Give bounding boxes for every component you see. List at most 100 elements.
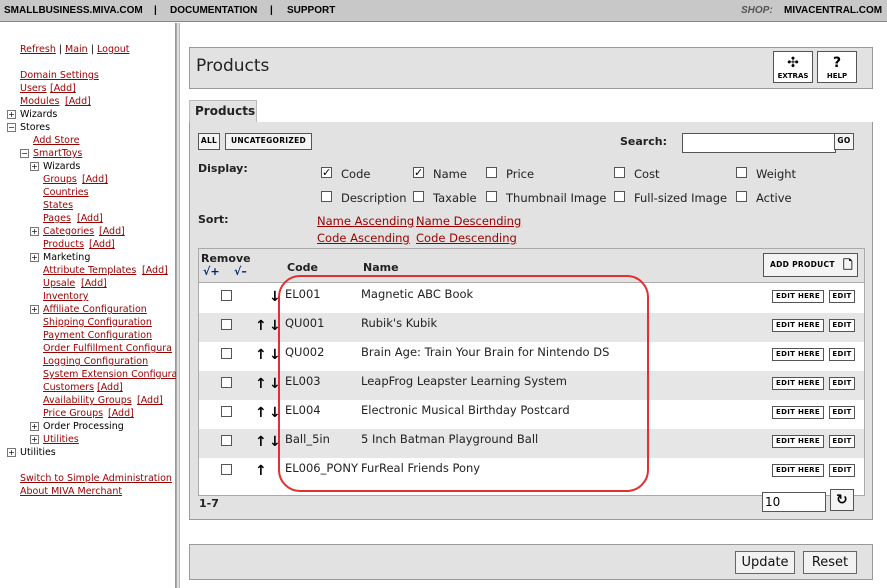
display-name-checkbox[interactable]: ✓ <box>413 167 424 178</box>
display-taxable-checkbox[interactable] <box>413 191 424 202</box>
sidebar-item-inventory[interactable]: Inventory <box>43 291 88 302</box>
filter-uncategorized-button[interactable]: UNCATEGORIZED <box>225 133 312 150</box>
sort-code-descending-link[interactable]: Code Descending <box>416 231 517 245</box>
sidebar-item-categories[interactable]: Categories <box>43 226 94 237</box>
sidebar-item-price-groups[interactable]: Price Groups <box>43 408 103 419</box>
add-product-button[interactable]: ADD PRODUCT 🗋 <box>763 253 858 277</box>
sidebar-item-utilities[interactable]: Utilities <box>20 447 56 458</box>
shop-link[interactable]: MIVACENTRAL.COM <box>784 5 882 16</box>
sidebar-add-availability-groups-link[interactable]: [Add] <box>137 395 163 406</box>
expand-toggle-icon[interactable]: + <box>30 422 39 431</box>
sidebar-item-marketing[interactable]: Marketing <box>43 252 90 263</box>
sidebar-item-pages[interactable]: Pages <box>43 213 71 224</box>
sidebar-item-attribute-templates[interactable]: Attribute Templates <box>43 265 136 276</box>
expand-toggle-icon[interactable]: + <box>7 448 16 457</box>
remove-checkbox[interactable] <box>221 348 232 359</box>
page-size-input[interactable] <box>762 492 826 512</box>
remove-checkbox[interactable] <box>221 290 232 301</box>
move-up-icon[interactable]: ↑ <box>255 405 267 421</box>
sidebar-item-store-utilities[interactable]: Utilities <box>43 434 79 445</box>
sidebar-item-groups[interactable]: Groups <box>43 174 77 185</box>
sidebar-item-payment-configuration[interactable]: Payment Configuration <box>43 330 152 341</box>
refresh-icon[interactable]: ↻ <box>830 489 854 511</box>
move-up-icon[interactable]: ↑ <box>255 376 267 392</box>
sidebar-add-categories-link[interactable]: [Add] <box>99 226 125 237</box>
sidebar-add-attribute-templates-link[interactable]: [Add] <box>142 265 168 276</box>
update-button[interactable]: Update <box>735 551 795 574</box>
sidebar-item-order-processing[interactable]: Order Processing <box>43 421 124 432</box>
edit-button[interactable]: EDIT <box>829 348 855 361</box>
site-link[interactable]: SMALLBUSINESS.MIVA.COM <box>4 5 143 16</box>
name-column-header[interactable]: Name <box>363 261 399 274</box>
display-description-checkbox[interactable] <box>321 191 332 202</box>
sidebar-item-system-extension[interactable]: System Extension Configura <box>43 369 177 380</box>
sidebar-add-groups-link[interactable]: [Add] <box>82 174 108 185</box>
main-link[interactable]: Main <box>65 44 88 55</box>
sidebar-item-users[interactable]: Users <box>20 83 47 94</box>
code-column-header[interactable]: Code <box>287 261 318 274</box>
expand-toggle-icon[interactable]: + <box>30 305 39 314</box>
expand-toggle-icon[interactable]: + <box>30 435 39 444</box>
edit-here-button[interactable]: EDIT HERE <box>772 435 824 448</box>
help-button[interactable]: ? HELP <box>817 51 857 83</box>
sidebar-item-modules[interactable]: Modules <box>20 96 60 107</box>
sidebar-item-countries[interactable]: Countries <box>43 187 89 198</box>
edit-button[interactable]: EDIT <box>829 464 855 477</box>
logout-link[interactable]: Logout <box>97 44 130 55</box>
move-up-icon[interactable]: ↑ <box>255 434 267 450</box>
edit-here-button[interactable]: EDIT HERE <box>772 406 824 419</box>
tab-products[interactable]: Products <box>189 100 257 122</box>
search-input[interactable] <box>682 133 836 153</box>
collapse-toggle-icon[interactable]: − <box>20 149 29 158</box>
uncheck-all-icon[interactable]: √– <box>234 265 247 278</box>
display-cost-checkbox[interactable] <box>614 167 625 178</box>
extras-button[interactable]: ✣ EXTRAS <box>773 51 813 83</box>
sidebar-item-products[interactable]: Products <box>43 239 84 250</box>
sidebar-item-shipping-configuration[interactable]: Shipping Configuration <box>43 317 152 328</box>
expand-toggle-icon[interactable]: + <box>7 110 16 119</box>
edit-here-button[interactable]: EDIT HERE <box>772 319 824 332</box>
edit-button[interactable]: EDIT <box>829 290 855 303</box>
remove-checkbox[interactable] <box>221 319 232 330</box>
expand-toggle-icon[interactable]: + <box>30 227 39 236</box>
display-fullsize-checkbox[interactable] <box>614 191 625 202</box>
edit-button[interactable]: EDIT <box>829 319 855 332</box>
support-link[interactable]: SUPPORT <box>287 5 335 16</box>
expand-toggle-icon[interactable]: + <box>30 253 39 262</box>
sidebar-add-price-groups-link[interactable]: [Add] <box>108 408 134 419</box>
sidebar-item-wizards[interactable]: Wizards <box>20 109 57 120</box>
remove-checkbox[interactable] <box>221 464 232 475</box>
about-miva-link[interactable]: About MIVA Merchant <box>20 486 122 497</box>
sidebar-item-customers[interactable]: Customers <box>43 382 94 393</box>
search-go-button[interactable]: GO <box>834 133 854 150</box>
remove-checkbox[interactable] <box>221 435 232 446</box>
filter-all-button[interactable]: ALL <box>198 133 220 150</box>
sidebar-item-logging-configuration[interactable]: Logging Configuration <box>43 356 148 367</box>
edit-here-button[interactable]: EDIT HERE <box>772 377 824 390</box>
sidebar-item-upsale[interactable]: Upsale <box>43 278 75 289</box>
move-up-icon[interactable]: ↑ <box>255 347 267 363</box>
sidebar-item-store-wizards[interactable]: Wizards <box>43 161 80 172</box>
switch-simple-admin-link[interactable]: Switch to Simple Administration <box>20 473 172 484</box>
sidebar-add-pages-link[interactable]: [Add] <box>77 213 103 224</box>
edit-button[interactable]: EDIT <box>829 406 855 419</box>
display-active-checkbox[interactable] <box>736 191 747 202</box>
expand-toggle-icon[interactable]: + <box>30 162 39 171</box>
collapse-toggle-icon[interactable]: − <box>7 123 16 132</box>
remove-checkbox[interactable] <box>221 377 232 388</box>
sidebar-item-domain-settings[interactable]: Domain Settings <box>20 70 99 81</box>
display-weight-checkbox[interactable] <box>736 167 747 178</box>
sidebar-item-add-store[interactable]: Add Store <box>33 135 80 146</box>
edit-here-button[interactable]: EDIT HERE <box>772 348 824 361</box>
edit-here-button[interactable]: EDIT HERE <box>772 464 824 477</box>
sidebar-add-products-link[interactable]: [Add] <box>89 239 115 250</box>
edit-here-button[interactable]: EDIT HERE <box>772 290 824 303</box>
check-all-icon[interactable]: √+ <box>203 265 220 278</box>
edit-button[interactable]: EDIT <box>829 377 855 390</box>
sort-name-ascending-link[interactable]: Name Ascending <box>317 214 414 228</box>
display-code-checkbox[interactable]: ✓ <box>321 167 332 178</box>
sidebar-item-stores[interactable]: Stores <box>20 122 50 133</box>
edit-button[interactable]: EDIT <box>829 435 855 448</box>
display-price-checkbox[interactable] <box>486 167 497 178</box>
sidebar-item-smarttoys[interactable]: SmartToys <box>33 148 82 159</box>
